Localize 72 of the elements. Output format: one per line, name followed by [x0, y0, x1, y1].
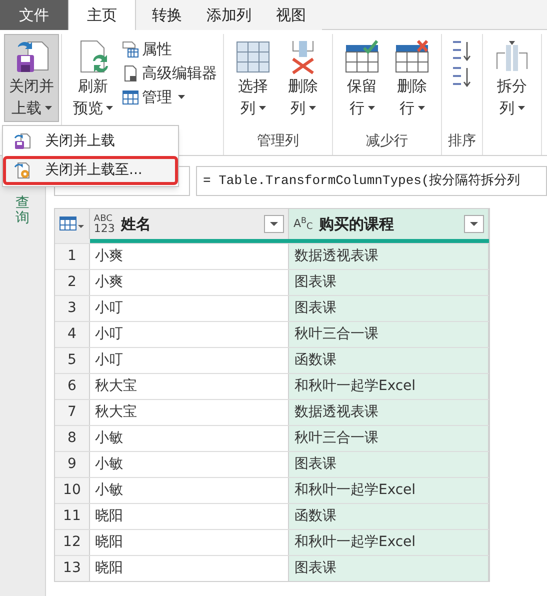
row-number: 5 — [55, 348, 90, 373]
caret-icon — [178, 95, 185, 99]
caret-icon — [470, 222, 478, 226]
table-cell: 数据透视表课 — [289, 244, 490, 269]
queries-label[interactable]: 查询 — [16, 196, 30, 227]
remove-rows-icon — [394, 39, 430, 75]
menu-item[interactable]: 关闭并上载至... — [3, 156, 178, 185]
row-number: 2 — [55, 270, 90, 295]
caret-icon — [44, 106, 52, 110]
row-number: 3 — [55, 296, 90, 321]
keep-rows-icon — [344, 39, 380, 75]
table-cell: 图表课 — [289, 452, 490, 477]
row-number: 10 — [55, 478, 90, 503]
caret-icon — [308, 106, 316, 110]
caret-icon — [258, 106, 266, 110]
table-icon — [122, 88, 139, 106]
ribbon-button[interactable]: 关闭并 上载 — [4, 34, 59, 122]
table-cell: 数据透视表课 — [289, 400, 490, 425]
menu-item[interactable]: 关闭并上载 — [3, 127, 178, 156]
group-label: 减少行 — [366, 132, 408, 151]
ribbon-button[interactable]: 管理 — [122, 86, 217, 108]
ribbon-tab[interactable]: 主页 — [68, 0, 136, 30]
filter-dropdown[interactable] — [264, 215, 284, 233]
caret-icon — [368, 106, 374, 110]
ribbon-button[interactable]: 删除 列 — [280, 34, 326, 122]
table-cell: 函数课 — [289, 348, 490, 373]
row-number: 9 — [55, 452, 90, 477]
group-label: 排序 — [448, 132, 476, 151]
ribbon-button[interactable]: 属性 — [122, 38, 217, 60]
table-cell: 图表课 — [289, 270, 490, 295]
row-number: 4 — [55, 322, 90, 347]
column-name: 姓名 — [120, 214, 152, 235]
row-number: 12 — [55, 530, 90, 555]
caret-icon — [106, 106, 113, 110]
row-number: 11 — [55, 504, 90, 529]
document-gear-icon — [14, 162, 31, 179]
ribbon-tab[interactable]: 文件 — [0, 0, 68, 30]
table-cell: 秋叶三合一课 — [289, 426, 490, 451]
filter-dropdown[interactable] — [464, 215, 484, 233]
ribbon-button[interactable]: 高级编辑器 — [122, 62, 217, 84]
table-cell: 图表课 — [289, 556, 490, 581]
ribbon-tab[interactable]: 转换 — [136, 0, 198, 30]
table-menu-icon[interactable] — [58, 216, 85, 232]
ribbon-tab[interactable]: 添加列 — [198, 0, 260, 30]
document-icon — [122, 64, 139, 82]
properties-icon — [122, 40, 139, 58]
ribbon-button[interactable]: 删除 行 — [389, 34, 435, 122]
table-cell: 秋叶三合一课 — [289, 322, 490, 347]
table-cell: 和秋叶一起学Excel — [289, 530, 490, 555]
table-cell: 函数课 — [289, 504, 490, 529]
table-cell: 和秋叶一起学Excel — [289, 374, 490, 399]
table-cell: 和秋叶一起学Excel — [289, 478, 490, 503]
caret-icon — [518, 106, 524, 110]
save-document-icon — [14, 133, 31, 150]
row-number: 13 — [55, 556, 90, 581]
formula-field[interactable]: = Table.TransformColumnTypes(按分隔符拆分列 — [196, 166, 547, 196]
caret-icon — [418, 106, 424, 110]
group-label: 管理列 — [257, 132, 299, 151]
column-name: 购买的课程 — [318, 214, 395, 235]
ribbon-button[interactable]: 保留 行 — [339, 34, 385, 122]
ribbon-button[interactable]: 拆分 列 — [489, 34, 535, 122]
ribbon-button[interactable]: 刷新 预览 — [68, 34, 118, 122]
row-number: 8 — [55, 426, 90, 451]
table-grid-icon — [235, 39, 271, 75]
row-number: 6 — [55, 374, 90, 399]
table-cell: 图表课 — [289, 296, 490, 321]
row-number: 1 — [55, 244, 90, 269]
ribbon-tab[interactable]: 视图 — [260, 0, 322, 30]
ribbon-button[interactable]: 选择 列 — [230, 34, 276, 122]
row-number: 7 — [55, 400, 90, 425]
caret-icon — [270, 222, 278, 226]
type-label: ABC 123 — [94, 214, 115, 234]
